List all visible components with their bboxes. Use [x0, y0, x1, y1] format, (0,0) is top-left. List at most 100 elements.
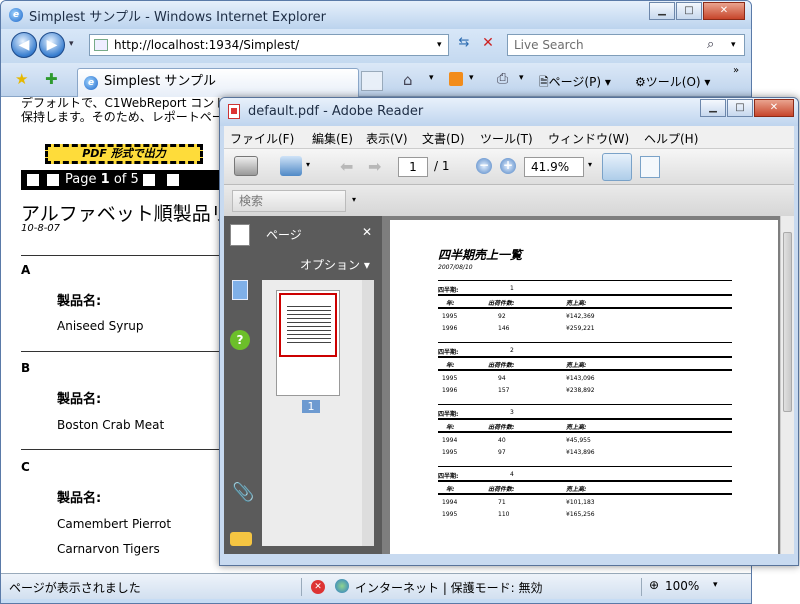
pager-prefix: Page — [65, 172, 97, 187]
export-pdf-button[interactable]: PDF 形式で出力 — [45, 144, 203, 164]
pager-text: Page 1 of 5 — [65, 170, 139, 190]
reader-maximize-button[interactable]: □ — [727, 99, 753, 117]
home-dropdown-icon[interactable]: ▾ — [429, 73, 434, 83]
search-dropdown-icon[interactable]: ▾ — [731, 40, 736, 50]
security-zone[interactable]: インターネット | 保護モード: 無効 — [355, 579, 543, 596]
menu-help[interactable]: ヘルプ(H) — [644, 130, 698, 147]
zoom-out-icon[interactable]: − — [476, 158, 492, 174]
panel-options-button[interactable]: オプション ▾ — [300, 256, 370, 273]
col-sales-header: 売上高: — [566, 300, 587, 307]
col-year-header: 年: — [446, 424, 455, 431]
ie-title-bar: e Simplest サンプル - Windows Internet Explo… — [1, 1, 751, 29]
quarter-label: 四半期: — [438, 287, 459, 294]
reader-close-button[interactable]: ✕ — [754, 99, 794, 117]
address-input[interactable]: http://localhost:1934/Simplest/ — [89, 34, 449, 56]
panel-close-icon[interactable]: ✕ — [362, 225, 372, 239]
close-button[interactable]: ✕ — [703, 2, 745, 20]
pdf-page: 四半期売上一覧 2007/08/10 四半期: 1 年: 出荷件数: 売上高: 1995 9… — [390, 220, 778, 554]
add-favorites-icon[interactable]: ✚ — [45, 70, 58, 88]
zoom-dropdown-icon[interactable]: ▾ — [713, 580, 718, 590]
fit-width-icon[interactable] — [602, 153, 632, 181]
tools-menu-button[interactable]: ⚙ツール(O) ▾ — [635, 73, 710, 90]
page-thumbnail[interactable] — [276, 290, 340, 396]
page-number-input[interactable]: 1 — [398, 157, 428, 177]
last-page-icon[interactable] — [167, 174, 179, 186]
pdf-file-icon — [228, 104, 240, 119]
share-dropdown-icon[interactable]: ▾ — [306, 160, 310, 169]
zoom-in-icon[interactable]: + — [500, 158, 516, 174]
attachment-icon[interactable]: 📎 — [232, 482, 254, 503]
back-button[interactable]: ◀ — [11, 32, 37, 58]
zoom-dropdown-icon[interactable]: ▾ — [588, 160, 592, 169]
row-sales: ¥238,892 — [566, 387, 595, 394]
zoom-icon: ⊕ — [649, 578, 660, 592]
comments-icon[interactable] — [230, 532, 252, 546]
row-orders: 110 — [498, 511, 510, 518]
document-vscrollbar[interactable] — [780, 216, 794, 554]
stop-icon[interactable]: ✕ — [477, 35, 499, 55]
next-page-icon[interactable] — [143, 174, 155, 186]
maximize-button[interactable]: □ — [676, 2, 702, 20]
refresh-icon[interactable]: ⇆ — [453, 35, 475, 55]
menu-tools[interactable]: ツール(T) — [480, 130, 533, 147]
quarter-label: 四半期: — [438, 473, 459, 480]
help-icon[interactable]: ? — [230, 330, 250, 350]
thumbnail-scrollbar[interactable] — [362, 280, 374, 546]
forward-button[interactable]: ▶ — [39, 32, 65, 58]
reader-menu-bar: ファイル(F) 編集(E) 表示(V) 文書(D) ツール(T) ウィンドウ(W… — [224, 126, 794, 148]
prev-page-arrow-icon[interactable]: ⬅ — [340, 157, 353, 176]
row-sales: ¥143,096 — [566, 375, 595, 382]
reader-title-bar: default.pdf - Adobe Reader ▁ □ ✕ — [220, 98, 798, 126]
new-tab-button[interactable] — [361, 71, 383, 91]
recent-pages-dropdown[interactable]: ▾ — [69, 39, 74, 49]
address-dropdown-icon[interactable]: ▾ — [437, 40, 442, 50]
find-dropdown-icon[interactable]: ▾ — [352, 195, 356, 204]
minimize-button[interactable]: ▁ — [649, 2, 675, 20]
bookmark-icon[interactable] — [232, 280, 248, 300]
row-year: 1995 — [442, 511, 458, 518]
rss-icon[interactable] — [449, 72, 463, 86]
error-icon[interactable]: ✕ — [311, 580, 325, 594]
row-sales: ¥101,183 — [566, 499, 595, 506]
group-letter-b: B — [21, 361, 31, 375]
prev-page-icon[interactable] — [47, 174, 59, 186]
page-menu-button[interactable]: 🗎ページ(P) ▾ — [539, 73, 611, 94]
share-icon[interactable] — [280, 156, 302, 176]
print-icon[interactable]: ⎙ — [497, 71, 508, 87]
menu-window[interactable]: ウィンドウ(W) — [548, 130, 629, 147]
menu-edit[interactable]: 編集(E) — [312, 130, 353, 147]
row-year: 1996 — [442, 387, 458, 394]
menu-document[interactable]: 文書(D) — [422, 130, 465, 147]
report-pager: Page 1 of 5 — [21, 170, 221, 190]
reader-minimize-button[interactable]: ▁ — [700, 99, 726, 117]
print-icon[interactable] — [234, 156, 258, 176]
ie-logo-icon: e — [9, 8, 23, 22]
home-icon[interactable]: ⌂ — [403, 71, 413, 89]
favorites-star-icon[interactable]: ★ — [15, 70, 28, 88]
pager-current: 1 — [100, 172, 110, 187]
print-dropdown-icon[interactable]: ▾ — [519, 73, 524, 83]
header-rule — [438, 493, 732, 495]
quarter-rule — [438, 418, 732, 420]
reader-window-title: default.pdf - Adobe Reader — [248, 104, 424, 119]
address-bar-row: ◀ ▶ ▾ http://localhost:1934/Simplest/ ▾ … — [1, 29, 751, 63]
quarter-number: 1 — [510, 285, 514, 292]
zoom-input[interactable]: 41.9% — [524, 157, 584, 177]
toolbar-overflow-icon[interactable]: » — [733, 65, 739, 76]
fit-page-icon[interactable] — [640, 156, 660, 178]
tab-simplest[interactable]: e Simplest サンプル — [77, 68, 359, 97]
divider — [21, 351, 231, 352]
find-input[interactable]: 検索 — [232, 190, 346, 212]
header-rule — [438, 369, 732, 371]
rss-dropdown-icon[interactable]: ▾ — [469, 73, 474, 83]
first-page-icon[interactable] — [27, 174, 39, 186]
menu-file[interactable]: ファイル(F) — [230, 130, 294, 147]
zoom-level[interactable]: 100% — [665, 579, 699, 593]
divider — [301, 578, 302, 596]
header-rule — [438, 431, 732, 433]
menu-view[interactable]: 表示(V) — [366, 130, 408, 147]
search-icon[interactable]: ⌕ — [707, 37, 714, 52]
next-page-arrow-icon[interactable]: ➡ — [368, 157, 381, 176]
pages-icon[interactable] — [230, 224, 250, 246]
col-sales-header: 売上高: — [566, 486, 587, 493]
